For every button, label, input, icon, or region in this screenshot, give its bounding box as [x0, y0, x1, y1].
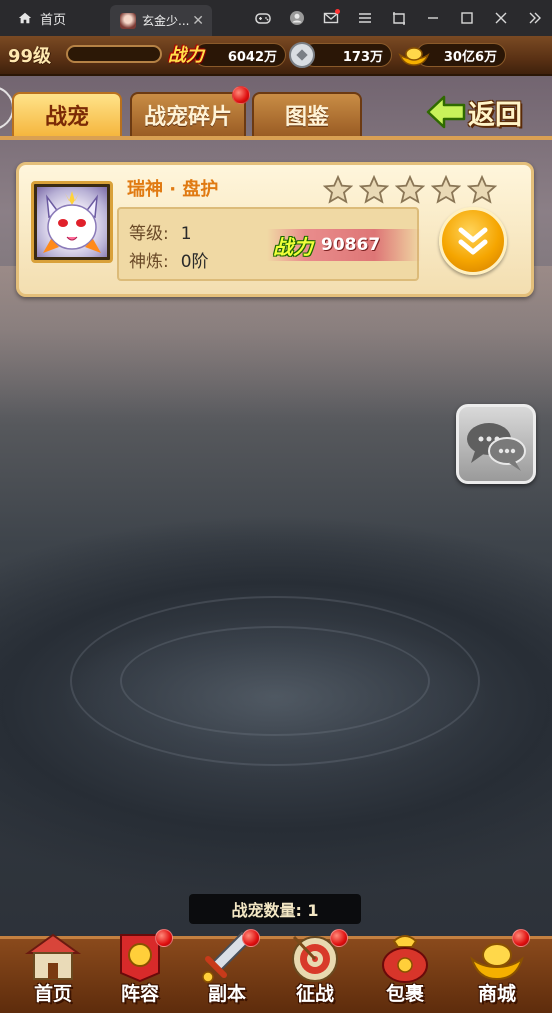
pet-level-value: 1 — [180, 224, 192, 244]
gamepad-icon[interactable] — [246, 0, 280, 36]
tab-handbook-label: 图鉴 — [284, 105, 329, 130]
gold-ingot-icon — [398, 47, 430, 66]
tab-handbook[interactable]: 图鉴 — [252, 92, 362, 138]
gold-value: 30亿6万 — [443, 49, 497, 65]
pet-avatar — [37, 187, 107, 257]
star-icon — [359, 175, 389, 204]
pet-power-value: 90867 — [321, 235, 381, 255]
window-titlebar: 首页 玄金少... ✕ — [0, 0, 552, 36]
pet-refine-row: 神炼: 0阶 — [129, 247, 209, 272]
nav-dungeon[interactable]: 副本 — [188, 929, 266, 1013]
star-icon — [395, 175, 425, 204]
nav-dungeon-label: 副本 — [207, 983, 246, 1005]
nav-lineup-dot — [155, 929, 173, 947]
minimize-icon[interactable] — [416, 0, 450, 36]
pet-stat-box: 等级: 1 神炼: 0阶 战力 90867 — [117, 207, 421, 281]
house-icon — [24, 933, 82, 980]
experience-bar — [66, 45, 162, 63]
game-favicon-icon — [120, 12, 136, 29]
game-tab[interactable]: 玄金少... ✕ — [110, 5, 212, 36]
home-tab-label: 首页 — [40, 12, 67, 28]
pet-level-label: 等级: — [129, 224, 169, 244]
player-status-bar: 99级 6042万 战力 173万 30亿6万 — [0, 36, 552, 76]
tab-pets-label: 战宠 — [44, 105, 89, 130]
nav-lineup-label: 阵容 — [120, 983, 159, 1005]
screenshot-icon[interactable] — [382, 0, 416, 36]
pet-card[interactable]: 瑞神 · 盘护 等级: 1 神炼: 0阶 战力 90867 — [16, 162, 534, 297]
mail-icon[interactable] — [314, 0, 348, 36]
silver-value: 173万 — [342, 49, 383, 65]
bottom-nav: 首页 阵容 副本 征战 包裹 商城 — [0, 929, 552, 1013]
silver-coin-icon — [289, 42, 315, 68]
tab-notification-dot — [232, 86, 250, 104]
nav-shop-label: 商城 — [477, 983, 516, 1005]
tab-strip — [0, 136, 552, 140]
user-icon[interactable] — [280, 0, 314, 36]
browser-home-tab[interactable]: 首页 — [0, 0, 76, 36]
tab-pets[interactable]: 战宠 — [12, 92, 122, 138]
tab-close-icon[interactable]: ✕ — [192, 13, 204, 29]
nav-campaign-label: 征战 — [295, 983, 334, 1005]
nav-shop[interactable]: 商城 — [458, 929, 536, 1013]
pet-portrait-icon — [43, 191, 101, 253]
player-level: 99级 — [8, 46, 52, 67]
pet-refine-label: 神炼: — [129, 252, 169, 272]
pet-avatar-frame[interactable] — [31, 181, 113, 263]
star-icon — [323, 175, 353, 204]
double-chevron-down-icon — [458, 227, 488, 255]
back-button-label: 返回 — [468, 99, 522, 131]
back-arrow-icon — [426, 95, 466, 129]
arena-ring-inner — [120, 626, 430, 736]
tab-pet-fragments-label: 战宠碎片 — [143, 105, 232, 130]
pet-name: 瑞神 · 盘护 — [127, 179, 219, 200]
pet-refine-value: 0阶 — [180, 252, 209, 272]
close-icon[interactable] — [484, 0, 518, 36]
mail-notification-dot — [335, 9, 340, 14]
star-icon — [467, 175, 497, 204]
pet-power-label: 战力 — [273, 234, 313, 259]
total-power-value: 6042万 — [227, 49, 277, 65]
maximize-icon[interactable] — [450, 0, 484, 36]
back-button[interactable]: 返回 — [426, 88, 538, 136]
tab-pet-fragments[interactable]: 战宠碎片 — [130, 86, 250, 138]
game-scene: 99级 6042万 战力 173万 30亿6万 战宠 战宠碎片 图鉴 返回 瑞神… — [0, 36, 552, 1013]
chat-button[interactable] — [456, 404, 536, 484]
chat-bubbles-icon — [467, 423, 526, 471]
menu-icon[interactable] — [348, 0, 382, 36]
pet-star-rating — [323, 175, 497, 205]
star-icon — [431, 175, 461, 204]
expand-details-button[interactable] — [439, 207, 507, 275]
game-tab-label: 玄金少... — [142, 14, 190, 28]
pet-count-label: 战宠数量: 1 — [189, 894, 361, 924]
nav-dungeon-dot — [242, 929, 260, 947]
nav-bag[interactable]: 包裹 — [366, 929, 444, 1013]
nav-home[interactable]: 首页 — [14, 929, 92, 1013]
nav-lineup[interactable]: 阵容 — [101, 929, 179, 1013]
pet-level-row: 等级: 1 — [129, 219, 192, 244]
pet-power-panel: 战力 90867 — [267, 229, 421, 261]
nav-campaign-dot — [330, 929, 348, 947]
home-icon — [18, 12, 32, 24]
nav-shop-dot — [512, 929, 530, 947]
nav-campaign[interactable]: 征战 — [276, 929, 354, 1013]
bag-icon — [382, 935, 428, 983]
nav-bag-label: 包裹 — [385, 983, 424, 1005]
collapse-icon[interactable] — [518, 0, 552, 36]
power-badge: 战力 — [168, 45, 204, 66]
nav-home-label: 首页 — [33, 983, 72, 1005]
